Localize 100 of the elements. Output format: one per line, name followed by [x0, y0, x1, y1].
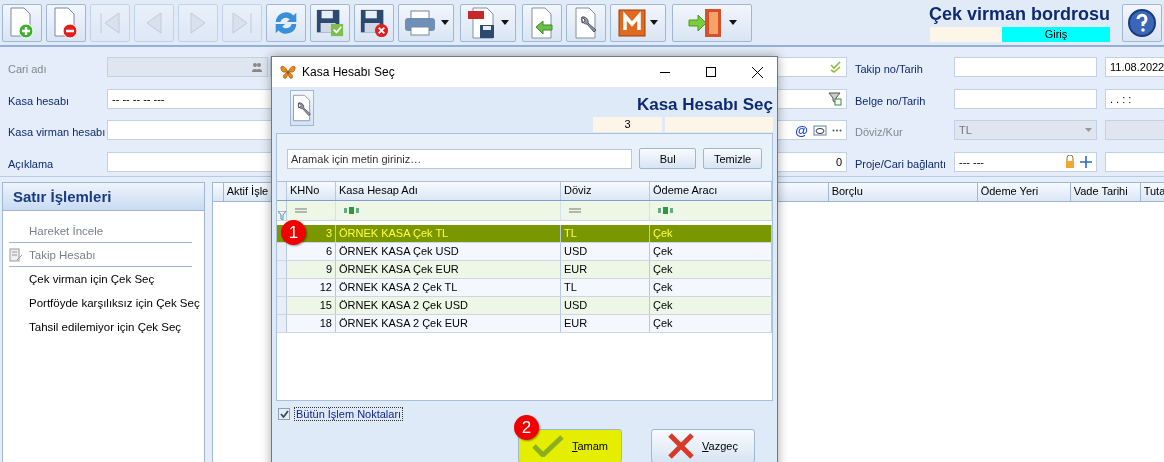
- column-header[interactable]: Ödeme Yeri: [977, 183, 1071, 201]
- field-label: Takip no/Tarih: [855, 63, 924, 76]
- field-label: Belge no/Tarih: [855, 94, 927, 107]
- input-field[interactable]: --- ---: [954, 151, 1097, 172]
- toolbar-button[interactable]: [310, 3, 350, 42]
- table-cell: USD: [561, 243, 650, 260]
- mode-badge: Giriş: [1002, 26, 1110, 42]
- row-indicator[interactable]: [277, 297, 287, 314]
- equals-filter-icon[interactable]: [295, 208, 307, 213]
- sidebar-item-label: Hareket İncele: [29, 224, 104, 237]
- table-row[interactable]: 9 ÖRNEK KASA Çek EUR EUR Çek: [277, 261, 772, 279]
- field-label: Cari adı: [8, 63, 48, 76]
- help-button[interactable]: [1122, 3, 1162, 42]
- text-filter-icon[interactable]: [658, 207, 673, 214]
- row-indicator[interactable]: [277, 315, 287, 332]
- plus-icon[interactable]: [1080, 155, 1092, 168]
- tools-button[interactable]: [290, 90, 314, 126]
- close-icon: [751, 66, 763, 78]
- form-title: Çek virman bordrosu: [928, 3, 1110, 25]
- filter-icon[interactable]: [277, 211, 286, 220]
- dialog-title: Kasa Hesabı Seç: [302, 65, 396, 79]
- sidebar-item[interactable]: Portföyde karşılıksız için Çek Seç: [9, 291, 200, 315]
- table-cell: TL: [561, 225, 650, 242]
- people-icon: [251, 61, 263, 73]
- table-cell: TL: [561, 279, 650, 296]
- input-field[interactable]: [1105, 120, 1164, 140]
- row-indicator[interactable]: [277, 243, 287, 260]
- caret-icon: [441, 20, 449, 25]
- toolbar-button[interactable]: [566, 3, 606, 42]
- table-cell: EUR: [561, 315, 650, 332]
- document-arrow-icon: [528, 6, 556, 39]
- check-icon: [279, 410, 289, 418]
- maximize-icon: [706, 67, 716, 77]
- table-cell: ÖRNEK KASA Çek TL: [336, 225, 561, 242]
- table-row[interactable]: 6 ÖRNEK KASA Çek USD USD Çek: [277, 243, 772, 261]
- cancel-button[interactable]: Vazgeç: [651, 429, 755, 462]
- equals-filter-icon[interactable]: [569, 208, 581, 213]
- table-cell: 18: [287, 315, 336, 332]
- butterfly-icon: [280, 65, 296, 79]
- pdf-save-icon: [467, 6, 497, 39]
- checkbox[interactable]: [278, 408, 290, 420]
- step-marker: 2: [514, 415, 539, 440]
- cross-icon: [668, 433, 695, 459]
- toolbar-button[interactable]: [354, 3, 394, 42]
- table-cell: Çek: [650, 297, 772, 314]
- search-field[interactable]: Aramak için metin giriniz…: [287, 148, 633, 169]
- dialog-heading: Kasa Hesabı Seç: [636, 95, 773, 115]
- table-cell: ÖRNEK KASA 2 Çek EUR: [336, 315, 561, 332]
- caret-icon: [1085, 128, 1092, 132]
- input-field[interactable]: [954, 57, 1097, 77]
- table-cell: ÖRNEK KASA 2 Çek USD: [336, 297, 561, 314]
- table-cell: Çek: [650, 279, 772, 296]
- date-field[interactable]: . . : :: [1105, 88, 1164, 109]
- toolbar-button[interactable]: [610, 3, 666, 42]
- column-header[interactable]: Döviz: [561, 182, 650, 200]
- field-label: Açıklama: [8, 157, 55, 170]
- toolbar-button[interactable]: [46, 3, 86, 42]
- checkbox-label[interactable]: Bütün İşlem Noktaları: [294, 407, 404, 421]
- sidebar-title: Satır İşlemleri: [3, 183, 204, 211]
- field-label: Kasa virman hesabı: [8, 126, 107, 139]
- input-field[interactable]: [954, 88, 1097, 109]
- table-cell: 15: [287, 297, 336, 314]
- column-header[interactable]: Borçlu: [828, 183, 978, 201]
- table-cell: Çek: [650, 243, 772, 260]
- table-row[interactable]: 15 ÖRNEK KASA 2 Çek USD USD Çek: [277, 297, 772, 315]
- sidebar-item[interactable]: Çek virman için Çek Seç: [9, 267, 200, 291]
- table-cell: USD: [561, 297, 650, 314]
- column-header[interactable]: Vade Tarihi: [1070, 183, 1141, 201]
- double-check-icon: [830, 61, 842, 73]
- row-indicator[interactable]: [277, 279, 287, 296]
- date-field[interactable]: 11.08.2022: [1105, 57, 1164, 77]
- row-indicator[interactable]: [277, 261, 287, 278]
- caret-icon: [650, 20, 658, 25]
- toolbar-button[interactable]: [460, 3, 516, 42]
- new-document-icon: [8, 6, 36, 39]
- caret-icon: [501, 20, 509, 25]
- toolbar-button[interactable]: [672, 3, 752, 42]
- eye-icon[interactable]: [813, 124, 827, 136]
- input-field[interactable]: [1105, 151, 1164, 172]
- search-button[interactable]: Bul: [639, 148, 697, 169]
- more-dots-icon[interactable]: [832, 128, 842, 132]
- search-button[interactable]: Temizle: [703, 148, 762, 169]
- table-cell: ÖRNEK KASA 2 Çek TL: [336, 279, 561, 296]
- letter-tile-icon: [618, 8, 646, 37]
- table-cell: ÖRNEK KASA Çek EUR: [336, 261, 561, 278]
- document-wrench-icon: [573, 6, 599, 39]
- minimize-icon: [660, 71, 670, 73]
- help-icon: [1127, 7, 1157, 38]
- input-field[interactable]: [107, 57, 268, 77]
- column-header[interactable]: Ödeme Aracı: [650, 182, 772, 200]
- table-row[interactable]: 18 ÖRNEK KASA 2 Çek EUR EUR Çek: [277, 315, 772, 333]
- column-header[interactable]: Kasa Hesap Adı: [336, 182, 561, 200]
- at-sign[interactable]: @: [795, 122, 808, 138]
- sidebar-item[interactable]: Tahsil edilemiyor için Çek Seç: [9, 315, 200, 339]
- table-row[interactable]: 12 ÖRNEK KASA 2 Çek TL TL Çek: [277, 279, 772, 297]
- document-wrench-icon: [291, 92, 313, 124]
- field-label: Kasa hesabı: [8, 94, 71, 107]
- column-header[interactable]: KHNo: [287, 182, 336, 200]
- table-cell: Çek: [650, 225, 772, 242]
- text-filter-icon[interactable]: [344, 207, 359, 214]
